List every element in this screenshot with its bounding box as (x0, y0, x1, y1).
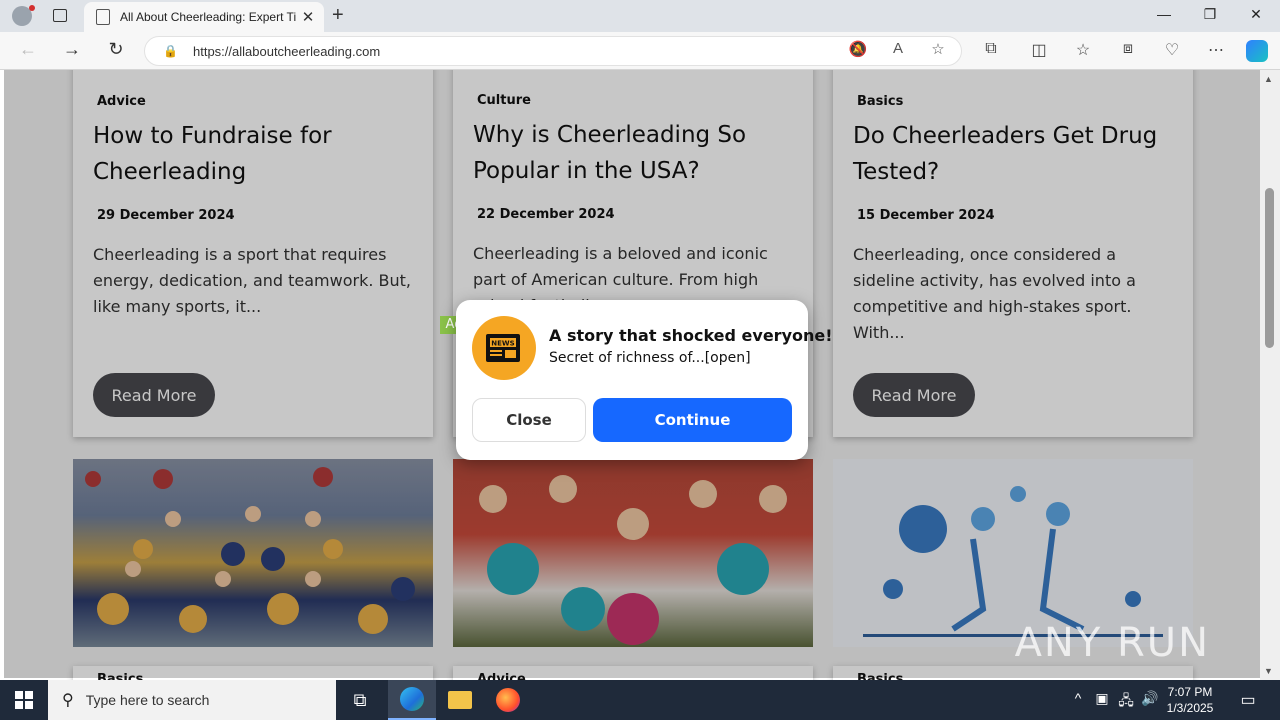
settings-more-icon[interactable]: ⋯ (1205, 40, 1227, 60)
address-bar: ← → ↻ 🔒 https://allaboutcheerleading.com… (0, 32, 1280, 70)
popup-title: A story that shocked everyone! (549, 326, 833, 345)
page-favicon-icon (96, 9, 110, 25)
restore-icon[interactable]: ❐ (1200, 6, 1220, 23)
tab-close-icon[interactable]: ✕ (300, 8, 316, 26)
edge-taskbar-icon[interactable] (388, 680, 436, 720)
favorite-star-icon[interactable]: ☆ (928, 40, 948, 58)
search-placeholder: Type here to search (85, 692, 210, 708)
popup-subtitle[interactable]: Secret of richness of...[open] (549, 350, 751, 366)
start-button[interactable] (0, 680, 48, 720)
url-field[interactable]: 🔒 https://allaboutcheerleading.com (144, 36, 962, 66)
browser-essentials-icon[interactable]: ♡ (1161, 40, 1183, 60)
vertical-scrollbar[interactable]: ▲ ▼ (1260, 70, 1280, 680)
tab-actions-icon[interactable] (53, 9, 67, 22)
close-button[interactable]: Close (472, 398, 586, 442)
new-tab-icon[interactable]: + (332, 4, 344, 27)
continue-button[interactable]: Continue (593, 398, 792, 442)
tab-bar: All About Cheerleading: Expert Ti ✕ + — … (0, 0, 1280, 32)
taskbar-search[interactable]: ⚲ Type here to search (48, 680, 336, 720)
url-text: https://allaboutcheerleading.com (193, 43, 381, 59)
favorites-icon[interactable]: ☆ (1072, 40, 1094, 60)
volume-icon[interactable]: 🔊 (1140, 690, 1160, 707)
profile-alert-dot (29, 5, 35, 11)
task-view-icon[interactable]: ⧉ (336, 680, 384, 720)
taskbar: ⚲ Type here to search ⧉ ^ ▣ 🖧 🔊 7:07 PM … (0, 680, 1280, 720)
read-aloud-icon[interactable]: A (888, 40, 908, 57)
news-icon-text: NEWS (491, 340, 514, 348)
file-explorer-icon[interactable] (436, 680, 484, 720)
lock-icon: 🔒 (163, 44, 178, 58)
scroll-up-icon[interactable]: ▲ (1264, 74, 1273, 84)
firefox-icon[interactable] (484, 680, 532, 720)
forward-icon[interactable]: → (60, 39, 84, 60)
split-screen-icon[interactable]: ◫ (1028, 40, 1050, 60)
refresh-icon[interactable]: ↻ (104, 39, 128, 60)
extensions-icon[interactable]: ⧉ (980, 40, 1002, 58)
network-icon[interactable]: 🖧 (1116, 690, 1136, 714)
scroll-down-icon[interactable]: ▼ (1264, 666, 1273, 676)
scrollbar-thumb[interactable] (1265, 188, 1274, 348)
taskbar-clock[interactable]: 7:07 PM 1/3/2025 (1160, 684, 1220, 716)
clock-time: 7:07 PM (1167, 685, 1213, 699)
collections-icon[interactable]: ⧈ (1117, 40, 1139, 58)
windows-logo-icon (15, 691, 33, 709)
close-window-icon[interactable]: ✕ (1246, 6, 1266, 23)
notifications-icon[interactable]: ▭ (1238, 690, 1258, 710)
clock-date: 1/3/2025 (1166, 701, 1214, 715)
minimize-icon[interactable]: — (1154, 6, 1174, 22)
tab-active[interactable]: All About Cheerleading: Expert Ti ✕ (84, 2, 324, 32)
tab-title: All About Cheerleading: Expert Ti (120, 10, 297, 24)
search-icon: ⚲ (62, 692, 74, 709)
notifications-blocked-icon[interactable]: 🔕 (848, 40, 868, 58)
ad-popup: NEWS A story that shocked everyone! Secr… (456, 300, 833, 460)
show-hidden-icons-icon[interactable]: ^ (1068, 690, 1088, 706)
news-icon: NEWS (472, 316, 536, 380)
copilot-icon[interactable] (1246, 40, 1268, 62)
watermark-logo: ANY RUN (1014, 620, 1210, 666)
meet-now-icon[interactable]: ▣ (1092, 690, 1112, 707)
back-icon[interactable]: ← (16, 39, 40, 60)
